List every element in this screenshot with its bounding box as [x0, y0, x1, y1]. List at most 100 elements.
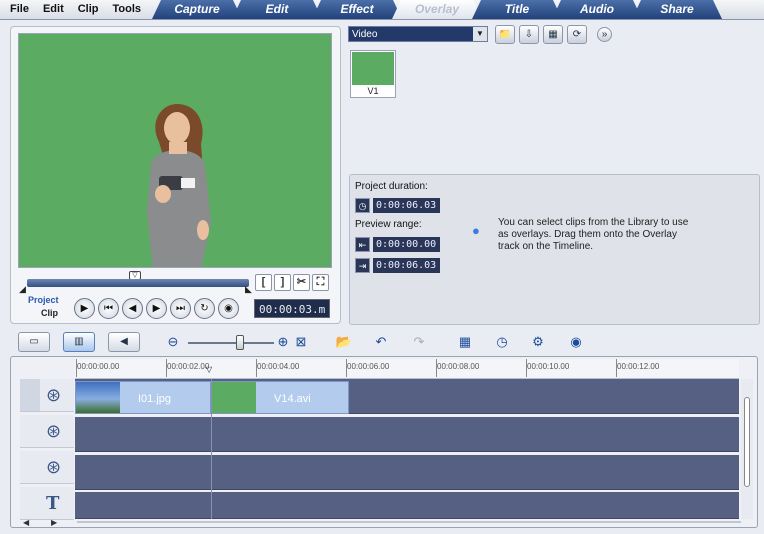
clip-name: I01.jpg — [138, 393, 172, 405]
timeline-toolbar: ▭ ▥ ◀ ⊖ ⊕ ⊠ 📂 ↶ ↷ ▦ ◷ ⚙ ◉ — [10, 332, 760, 354]
project-duration-label: Project duration: — [355, 181, 428, 192]
chevron-down-icon[interactable]: ▼ — [473, 27, 487, 41]
playback-controls: ▶ ⏮ ◀ ▶ ⏭ ↻ ◉ — [74, 298, 239, 319]
mark-buttons: [ ] ✂ ⛶ — [255, 274, 329, 291]
top-bar: File Edit Clip Tools Capture Edit Effect… — [0, 0, 764, 20]
video-track-header[interactable]: ⊛ — [20, 379, 74, 412]
library-category-select[interactable]: Video ▼ — [348, 26, 488, 42]
ruler-tick: 00:00:02.00 — [165, 359, 210, 377]
scene-detect-icon[interactable]: ▦ — [454, 332, 476, 352]
zoom-out-icon[interactable]: ⊖ — [162, 332, 184, 352]
menu-file[interactable]: File — [4, 3, 37, 15]
play-icon[interactable]: ▶ — [74, 298, 95, 319]
timecode-display[interactable]: 00:00:03.m — [254, 299, 330, 318]
trim-end-marker[interactable]: ◣ — [245, 284, 252, 295]
overlay2-track-header[interactable]: ⊛ — [20, 451, 74, 484]
video-track[interactable]: I01.jpg V14.avi — [75, 379, 739, 414]
mode-project[interactable]: Project — [28, 295, 59, 305]
overlay-track-1[interactable] — [75, 417, 739, 452]
scroll-left-icon[interactable]: ◀ — [23, 518, 29, 527]
playhead-marker[interactable]: ▽ — [206, 365, 216, 374]
redo-icon[interactable]: ↷ — [408, 332, 430, 352]
ruler-tick: 00:00:12.00 — [615, 359, 660, 377]
zoom-slider-handle[interactable] — [236, 335, 244, 350]
overlay-track-2[interactable] — [75, 455, 739, 490]
tab-edit[interactable]: Edit — [232, 0, 322, 19]
scroll-track[interactable] — [77, 521, 741, 523]
undo-icon[interactable]: ↶ — [370, 332, 392, 352]
timeline-ruler[interactable]: 00:00:00.00 00:00:02.00 00:00:04.00 00:0… — [75, 359, 739, 379]
range-end-value[interactable]: 0:00:06.03 — [373, 258, 440, 273]
tab-share[interactable]: Share — [632, 0, 722, 19]
tab-effect[interactable]: Effect — [312, 0, 402, 19]
storyboard-view-button[interactable]: ▭ — [18, 332, 50, 352]
title-track-header[interactable]: T — [20, 487, 74, 520]
overlay-reel-icon: ⊛ — [46, 421, 62, 441]
scrollbar-thumb[interactable] — [744, 397, 750, 487]
timeline-clip[interactable]: V14.avi — [211, 381, 349, 414]
cut-icon[interactable]: ✂ — [293, 274, 310, 291]
sort-icon[interactable]: ▦ — [543, 25, 563, 44]
mark-out-button[interactable]: ] — [274, 274, 291, 291]
next-frame-icon[interactable]: ▶ — [146, 298, 167, 319]
preview-screen — [18, 33, 332, 268]
clip-boundary-line — [211, 379, 212, 519]
preview-range-label: Preview range: — [355, 219, 422, 230]
expand-options-icon[interactable]: » — [597, 27, 612, 42]
clip-name: V14.avi — [274, 393, 311, 405]
mark-in-button[interactable]: [ — [255, 274, 272, 291]
folder-icon[interactable]: 📁 — [495, 25, 515, 44]
range-start-icon[interactable]: ⇤ — [355, 237, 370, 252]
tab-audio[interactable]: Audio — [552, 0, 642, 19]
timeline-view-button[interactable]: ▥ — [63, 332, 95, 352]
preview-video-frame — [147, 104, 211, 267]
repeat-icon[interactable]: ↻ — [194, 298, 215, 319]
tab-capture[interactable]: Capture — [152, 0, 242, 19]
menu-clip[interactable]: Clip — [72, 3, 107, 15]
hint-text: You can select clips from the Library to… — [498, 217, 689, 252]
clip-thumbnail — [212, 382, 256, 413]
previous-frame-icon[interactable]: ◀ — [122, 298, 143, 319]
range-start-value[interactable]: 0:00:00.00 — [373, 237, 440, 252]
trim-start-marker[interactable]: ◢ — [19, 284, 26, 295]
library-clip[interactable]: V1 — [350, 50, 396, 98]
timeline-clip[interactable]: I01.jpg — [75, 381, 211, 414]
menu-tools[interactable]: Tools — [107, 3, 150, 15]
project-duration-value: 0:00:06.03 — [373, 198, 440, 213]
clip-thumbnail — [76, 382, 120, 413]
timeline-vertical-scrollbar[interactable] — [741, 379, 753, 519]
hint-icon: ● — [472, 223, 480, 238]
track-headers: ⊛ ⊛ ⊛ T — [20, 379, 74, 520]
fit-project-icon[interactable]: ⊠ — [290, 332, 312, 352]
step-tabs: Capture Edit Effect Overlay Title Audio … — [152, 0, 722, 19]
title-t-icon: T — [46, 493, 60, 514]
import-icon[interactable]: ⇩ — [519, 25, 539, 44]
range-end-icon[interactable]: ⇥ — [355, 258, 370, 273]
tab-overlay[interactable]: Overlay — [392, 0, 482, 19]
track-manager-icon[interactable]: ⚙ — [527, 332, 549, 352]
scroll-right-icon[interactable]: ▶ — [51, 518, 57, 527]
end-icon[interactable]: ⏭ — [170, 298, 191, 319]
enlarge-icon[interactable]: ⛶ — [312, 274, 329, 291]
ruler-tick: 00:00:06.00 — [345, 359, 390, 377]
ruler-tick: 00:00:00.00 — [75, 359, 120, 377]
timeline-horizontal-scrollbar[interactable]: ◀ ▶ — [21, 518, 741, 527]
overlay-reel-icon: ⊛ — [46, 457, 62, 477]
timer-icon[interactable]: ◷ — [491, 332, 513, 352]
library-category-label: Video — [352, 29, 378, 40]
mode-clip[interactable]: Clip — [41, 308, 58, 318]
audio-view-button[interactable]: ◀ — [108, 332, 140, 352]
zoom-slider[interactable] — [188, 342, 274, 344]
tab-title[interactable]: Title — [472, 0, 562, 19]
refresh-icon[interactable]: ⟳ — [567, 25, 587, 44]
ruler-tick: 00:00:04.00 — [255, 359, 300, 377]
smart-render-icon[interactable]: ◉ — [565, 332, 587, 352]
home-icon[interactable]: ⏮ — [98, 298, 119, 319]
insert-media-icon[interactable]: 📂 — [333, 332, 355, 352]
title-track[interactable] — [75, 492, 739, 519]
clock-icon: ◷ — [355, 198, 370, 213]
volume-icon[interactable]: ◉ — [218, 298, 239, 319]
overlay1-track-header[interactable]: ⊛ — [20, 415, 74, 448]
scrubber-bar[interactable] — [27, 279, 249, 287]
menu-edit[interactable]: Edit — [37, 3, 72, 15]
